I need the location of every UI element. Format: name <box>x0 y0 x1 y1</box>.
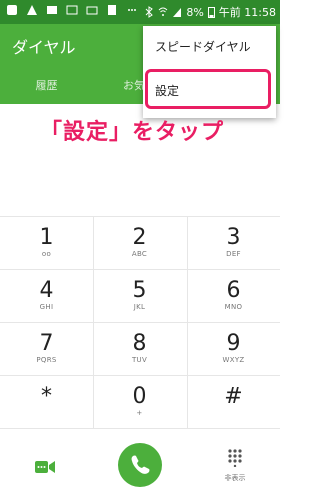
key-9[interactable]: 9 WXYZ <box>187 323 280 375</box>
status-icons-left <box>6 4 138 16</box>
key-hash[interactable]: # <box>187 376 280 428</box>
warning-icon <box>27 5 37 15</box>
key-digit: 8 <box>132 331 147 356</box>
key-letters: DEF <box>226 250 241 258</box>
image-icon <box>66 5 78 15</box>
keypad-row: 4 GHI 5 JKL 6 MNO <box>0 269 280 322</box>
key-star[interactable]: * <box>0 376 93 428</box>
key-8[interactable]: 8 TUV <box>93 323 186 375</box>
menu-item-speed-dial[interactable]: スピードダイヤル <box>155 38 251 55</box>
keypad-row: * 0 + # <box>0 375 280 428</box>
key-digit: 3 <box>226 225 241 250</box>
phone-icon <box>131 455 150 474</box>
key-letters: WXYZ <box>222 356 245 364</box>
bottom-bar: 非表示 <box>0 428 280 499</box>
tab-history[interactable]: 履歴 <box>0 68 93 104</box>
battery-icon <box>207 7 215 18</box>
key-digit: * <box>41 384 52 409</box>
key-7[interactable]: 7 PQRS <box>0 323 93 375</box>
page-title: ダイヤル <box>12 38 76 57</box>
hide-keypad-label: 非表示 <box>224 474 246 482</box>
clock: 午前 11:58 <box>218 6 276 19</box>
keypad-divider <box>93 216 94 428</box>
key-letters: ABC <box>131 250 148 258</box>
key-letters: + <box>136 409 143 417</box>
key-0[interactable]: 0 + <box>93 376 186 428</box>
settings-highlight <box>145 69 271 109</box>
key-digit: # <box>224 384 243 409</box>
key-letters: JKL <box>133 303 146 311</box>
instruction-callout: 「設定」をタップ <box>40 120 225 145</box>
voicemail-icon: ᴏᴏ <box>41 250 52 258</box>
key-letters: GHI <box>39 303 54 311</box>
key-3[interactable]: 3 DEF <box>187 217 280 269</box>
notification-icon <box>7 5 17 15</box>
key-digit: 5 <box>132 278 147 303</box>
key-letters: TUV <box>131 356 148 364</box>
key-digit: 9 <box>226 331 241 356</box>
hide-keypad-button[interactable]: 非表示 <box>222 449 248 483</box>
notification-icon <box>47 6 57 14</box>
key-digit: 4 <box>39 278 54 303</box>
key-1[interactable]: 1 ᴏᴏ <box>0 217 93 269</box>
key-4[interactable]: 4 GHI <box>0 270 93 322</box>
bluetooth-icon <box>145 6 154 18</box>
wifi-icon <box>158 7 168 16</box>
key-digit: 6 <box>226 278 241 303</box>
battery-percent: 8% <box>186 5 204 19</box>
storage-icon <box>108 5 116 15</box>
video-call-icon[interactable] <box>34 459 56 475</box>
key-6[interactable]: 6 MNO <box>187 270 280 322</box>
more-icon <box>128 9 136 11</box>
key-digit: 1 <box>39 225 54 250</box>
key-digit: 2 <box>132 225 147 250</box>
keypad-row: 1 ᴏᴏ 2 ABC 3 DEF <box>0 216 280 269</box>
key-digit: 0 <box>132 384 147 409</box>
call-button[interactable] <box>118 443 162 487</box>
key-digit: 7 <box>39 331 54 356</box>
key-2[interactable]: 2 ABC <box>93 217 186 269</box>
key-5[interactable]: 5 JKL <box>93 270 186 322</box>
keypad-icon <box>228 449 242 468</box>
status-bar: 8% 午前 11:58 <box>0 0 280 24</box>
keypad-row: 7 PQRS 8 TUV 9 WXYZ <box>0 322 280 375</box>
mail-icon <box>86 6 98 15</box>
keypad-divider <box>187 216 188 428</box>
dial-keypad: 1 ᴏᴏ 2 ABC 3 DEF 4 GHI 5 JKL 6 MNO 7 PQR… <box>0 216 280 428</box>
status-icons-right: 8% 午前 11:58 <box>144 4 276 20</box>
key-letters: MNO <box>224 303 243 311</box>
key-letters: PQRS <box>36 356 57 364</box>
signal-icon <box>173 8 182 17</box>
